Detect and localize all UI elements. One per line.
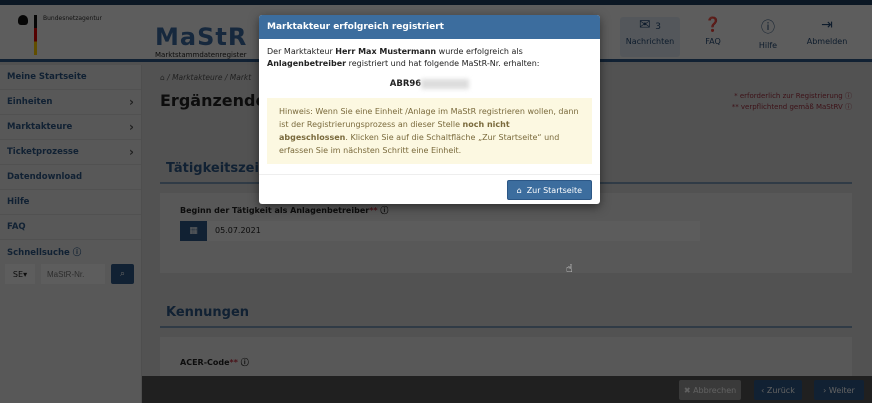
mastr-number: ABR96: [267, 78, 592, 90]
info-icon[interactable]: ⓘ: [73, 248, 82, 258]
info-icon: ⓘ: [761, 20, 775, 36]
info-icon[interactable]: ⓘ: [845, 103, 852, 111]
nav-label: Hilfe: [758, 41, 778, 50]
sidebar-item-ticketprozesse[interactable]: Ticketprozesse ›: [0, 140, 141, 165]
sidebar-item-marktakteure[interactable]: Marktakteure ›: [0, 115, 141, 140]
info-icon[interactable]: ⓘ: [241, 358, 249, 367]
dialog-message: Der Marktakteur Herr Max Mustermann wurd…: [267, 46, 592, 70]
question-icon: ❓: [704, 17, 722, 33]
required-marker: **: [369, 206, 378, 215]
actor-name: Herr Max Mustermann: [335, 47, 437, 56]
button-label: Abbrechen: [693, 385, 737, 395]
hint-box: Hinweis: Wenn Sie eine Einheit /Anlage i…: [267, 98, 592, 164]
required-legend: * erforderlich zur Registrierung ⓘ ** ver…: [732, 91, 852, 113]
calendar-icon[interactable]: ▦: [180, 221, 207, 241]
nav-nachrichten[interactable]: ✉ 3 Nachrichten: [620, 17, 680, 57]
chevron-right-icon: ›: [129, 95, 134, 109]
quicksearch-input[interactable]: [41, 264, 105, 284]
dialog-title: Marktakteur erfolgreich registriert: [259, 15, 600, 39]
actor-role: Anlagenbetreiber: [267, 59, 347, 68]
sidebar-item-einheiten[interactable]: Einheiten ›: [0, 90, 141, 115]
date-value: 05.07.2021: [215, 226, 261, 235]
nav-faq[interactable]: ❓ FAQ: [683, 17, 743, 57]
next-button[interactable]: › Weiter: [814, 380, 864, 400]
chevron-right-icon: ›: [129, 145, 134, 159]
success-dialog: Marktakteur erfolgreich registriert Der …: [259, 15, 600, 204]
sidebar-item-startseite[interactable]: Meine Startseite: [0, 65, 141, 90]
label-text: ACER-Code: [180, 358, 230, 367]
button-label: Zur Startseite: [526, 185, 582, 195]
breadcrumb-item[interactable]: Marktakteure: [172, 73, 222, 82]
search-icon: ⌕: [119, 269, 126, 279]
bundesnetzagentur-logo: Bundesnetzagentur: [18, 15, 102, 55]
breadcrumb-item[interactable]: Markt: [230, 73, 251, 82]
sidebar-item-label: Ticketprozesse: [7, 147, 79, 157]
quicksearch-label: Schnellsuche ⓘ: [0, 240, 141, 264]
redacted-blur: [421, 78, 470, 89]
nav-abmelden[interactable]: ⇥ Abmelden: [797, 17, 857, 57]
dialog-footer: ⌂ Zur Startseite: [259, 174, 600, 204]
sidebar-item-label: Meine Startseite: [7, 72, 87, 82]
logout-icon: ⇥: [821, 17, 833, 33]
mastr-number-prefix: ABR96: [389, 79, 422, 89]
label-text: Beginn der Tätigkeit als Anlagenbetreibe…: [180, 206, 370, 215]
nav-label: FAQ: [705, 37, 721, 46]
panel-taetigkeit: Beginn der Tätigkeit als Anlagenbetreibe…: [160, 193, 852, 273]
field-label: Beginn der Tätigkeit als Anlagenbetreibe…: [180, 205, 388, 216]
logo-subtitle: Marktstammdatenregister: [155, 51, 247, 59]
quicksearch-type-select[interactable]: SE ▾: [5, 264, 35, 284]
search-button[interactable]: ⌕: [111, 264, 134, 284]
close-icon: ✖: [683, 385, 694, 395]
sidebar-item-label: Marktakteure: [7, 122, 73, 132]
bottom-action-bar: ✖ Abbrechen ‹ Zurück › Weiter: [142, 376, 872, 403]
hand-cursor-icon: ☝: [566, 262, 573, 275]
panel-kennungen: ACER-Code** ⓘ: [160, 337, 852, 377]
required-marker: **: [229, 358, 238, 367]
message-count: 3: [655, 22, 661, 32]
back-button[interactable]: ‹ Zurück: [754, 380, 802, 400]
legend-required: * erforderlich zur Registrierung: [734, 92, 843, 100]
info-icon[interactable]: ⓘ: [845, 92, 852, 100]
select-value: SE: [12, 269, 24, 279]
button-label: Weiter: [828, 385, 855, 395]
breadcrumb: ⌂ / Marktakteure / Markt: [160, 73, 252, 82]
info-icon[interactable]: ⓘ: [380, 206, 388, 215]
nav-label: Nachrichten: [625, 37, 675, 46]
mastr-logo[interactable]: MaStR Marktstammdatenregister: [155, 23, 247, 59]
home-icon[interactable]: ⌂: [160, 73, 165, 82]
field-label: ACER-Code** ⓘ: [180, 357, 249, 368]
msg-part: registriert und hat folgende MaStR-Nr. e…: [346, 59, 540, 68]
sidebar: Meine Startseite Einheiten › Marktakteure…: [0, 65, 142, 403]
sidebar-item-hilfe[interactable]: Hilfe: [0, 190, 141, 215]
flag-bar: [34, 15, 37, 55]
sidebar-item-label: Datendownload: [7, 172, 83, 182]
msg-part: wurde erfolgreich als: [436, 47, 523, 56]
home-icon: ⌂: [516, 185, 522, 195]
logo-text: MaStR: [155, 23, 248, 51]
sidebar-item-label: Einheiten: [7, 97, 53, 107]
legend-mandatory: ** verpflichtend gemäß MaStRV: [731, 103, 843, 111]
section-heading-kennungen: Kennungen: [160, 305, 852, 328]
quicksearch-text: Schnellsuche: [7, 248, 70, 258]
nav-hilfe[interactable]: ⓘ Hilfe: [738, 17, 798, 57]
cancel-button[interactable]: ✖ Abbrechen: [679, 380, 741, 400]
nav-label: Abmelden: [806, 37, 848, 46]
hint-part: Hinweis: Wenn Sie eine Einheit /Anlage i…: [279, 107, 579, 129]
chevron-right-icon: ›: [129, 120, 134, 134]
sidebar-item-label: Hilfe: [7, 197, 30, 207]
button-label: Zurück: [766, 385, 795, 395]
msg-part: Der Marktakteur: [267, 47, 336, 56]
sidebar-item-datendownload[interactable]: Datendownload: [0, 165, 141, 190]
sidebar-item-label: FAQ: [7, 222, 26, 232]
sidebar-item-faq[interactable]: FAQ: [0, 215, 141, 240]
eagle-icon: [18, 15, 28, 25]
agency-name: Bundesnetzagentur: [43, 15, 102, 22]
start-date-field[interactable]: ▦ 05.07.2021: [180, 221, 700, 241]
zur-startseite-button[interactable]: ⌂ Zur Startseite: [506, 180, 592, 200]
envelope-icon: ✉ 3: [639, 17, 661, 33]
